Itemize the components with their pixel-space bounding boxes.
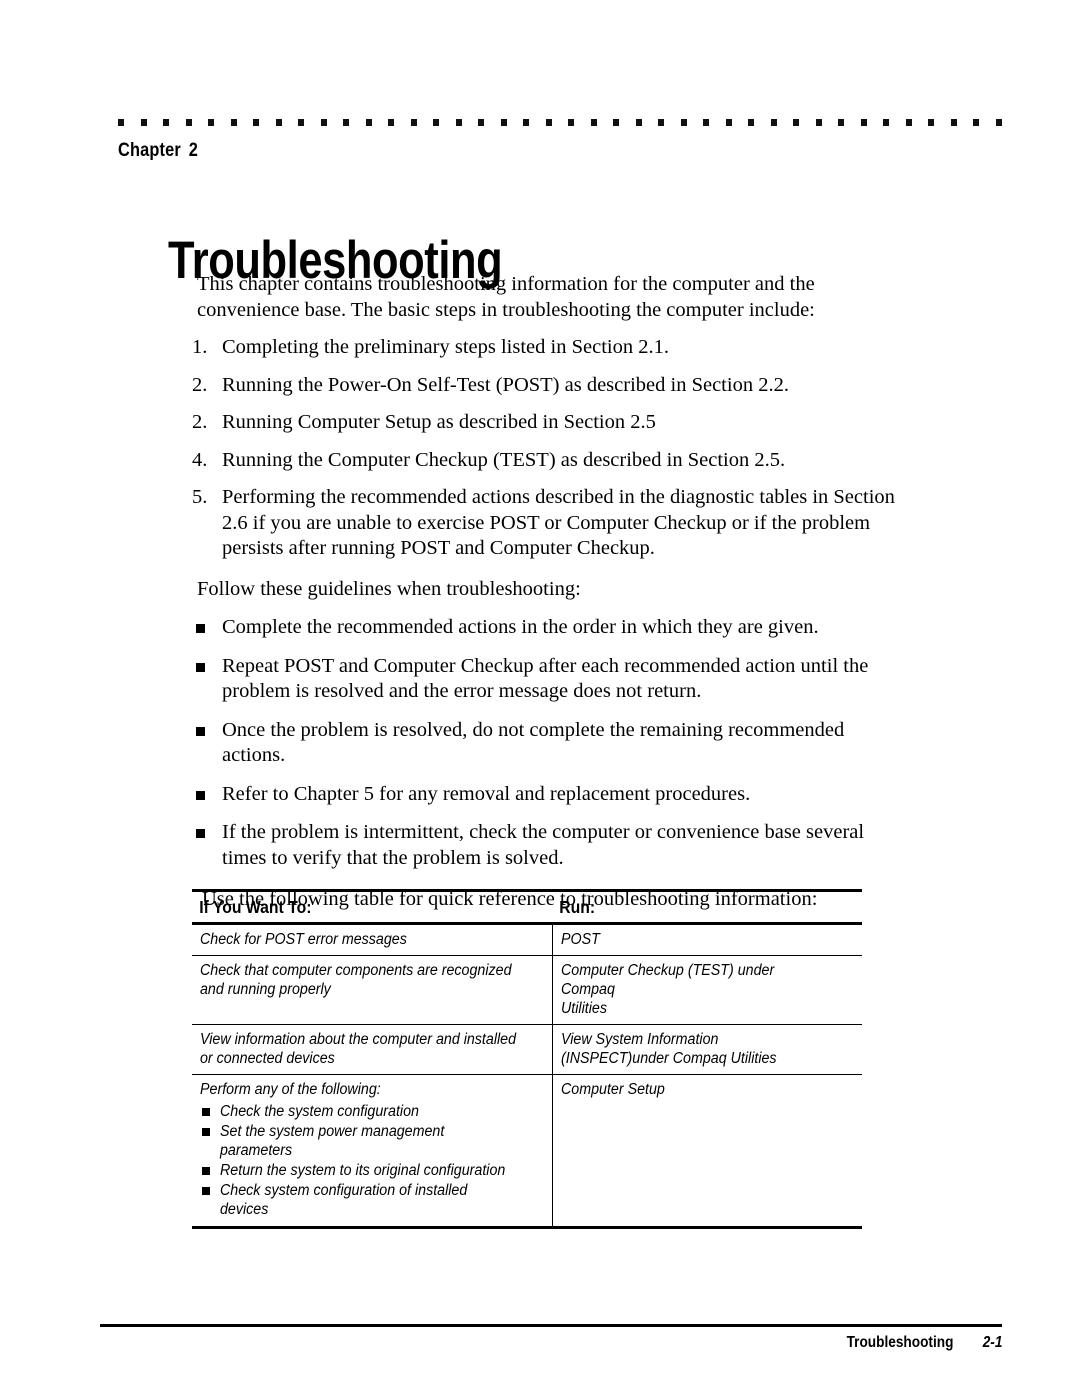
table-row: Perform any of the following: Check the … [192,1074,862,1229]
cell-run: Computer Checkup (TEST) under Compaq Util… [551,955,862,1025]
step-text: Running Computer Setup as described in S… [222,411,656,433]
chapter-word: Chapter [118,140,181,161]
list-item: 2. Running Computer Setup as described i… [192,410,898,436]
cell-text: Computer Setup [560,1081,665,1098]
cell-want-to: Check for POST error messages [192,923,552,956]
body-content: This chapter contains troubleshooting in… [192,272,898,922]
list-item: Repeat POST and Computer Checkup after e… [192,654,898,705]
intro-paragraph: This chapter contains troubleshooting in… [197,273,815,321]
list-item: 2. Running the Power-On Self-Test (POST)… [192,373,898,399]
chapter-number: 2 [188,140,198,161]
footer-divider [100,1324,1002,1327]
square-bullet-icon [202,1108,210,1116]
square-bullet-icon [196,790,205,800]
page-footer: Troubleshooting 2-1 [100,1334,1002,1352]
dotted-rule-decoration [118,119,1002,126]
footer-section-name: Troubleshooting [846,1334,954,1351]
step-text: Running the Computer Checkup (TEST) as d… [222,448,786,471]
guidelines-intro: Follow these guidelines when troubleshoo… [197,577,581,600]
square-bullet-icon [202,1128,210,1136]
square-bullet-icon [196,662,205,672]
list-item: If the problem is intermittent, check th… [192,820,898,871]
cell-text-line1: View System Information [560,1031,718,1048]
cell-text: View information about the computer and … [200,1031,517,1067]
footer-page-number: 2-1 [982,1334,1002,1351]
table-header-row: If You Want To: Run: [192,890,862,924]
sub-item-text: Check system configuration of installed … [220,1182,468,1218]
cell-text: Check that computer components are recog… [200,962,512,998]
guideline-text: Repeat POST and Computer Checkup after e… [222,654,869,703]
cell-want-to: View information about the computer and … [192,1024,552,1075]
cell-text-line2: Utilities [560,1000,607,1017]
cell-run: Computer Setup [551,1074,862,1229]
step-text: Running the Power-On Self-Test (POST) as… [222,373,789,396]
sub-item-text: Check the system configuration [220,1103,419,1120]
cell-text: Perform any of the following: [200,1081,381,1098]
cell-want-to: Check that computer components are recog… [192,955,552,1025]
step-marker: 4. [192,448,208,471]
step-marker: 2. [192,373,208,396]
cell-text-tail: Compaq [560,981,615,998]
guideline-text: Refer to Chapter 5 for any removal and r… [222,782,751,805]
guidelines-list: Complete the recommended actions in the … [192,615,898,871]
list-item: Set the system power management paramete… [200,1122,544,1160]
list-item: Once the problem is resolved, do not com… [192,718,898,769]
square-bullet-icon [196,624,205,633]
chapter-label: Chapter 2 [118,140,198,162]
sub-item-text: Return the system to its original config… [220,1162,506,1179]
cell-text-line1: Computer Checkup (TEST) under Compaq [561,961,831,999]
cell-text: POST [560,931,600,948]
cell-want-to: Perform any of the following: Check the … [192,1074,552,1229]
step-text: Completing the preliminary steps listed … [222,336,669,358]
sub-item-text: Set the system power management paramete… [220,1123,445,1159]
guideline-text: If the problem is intermittent, check th… [222,821,865,869]
column-header-if-you-want-to: If You Want To: [199,897,312,917]
list-item: 5. Performing the recommended actions de… [192,485,898,562]
cell-text-line2: (INSPECT)under Compaq Utilities [560,1050,777,1067]
square-bullet-icon [202,1167,210,1175]
square-bullet-icon [196,726,205,736]
column-header-run: Run: [559,897,596,917]
step-marker: 1. [192,336,208,358]
cell-sub-list: Check the system configuration Set the s… [200,1102,544,1219]
table-row: View information about the computer and … [192,1024,862,1075]
troubleshooting-steps-list: 1. Completing the preliminary steps list… [192,335,898,562]
list-item: Refer to Chapter 5 for any removal and r… [192,782,898,808]
list-item: Check the system configuration [200,1102,544,1121]
cell-run: POST [551,923,862,956]
cell-text-main: Computer Checkup (TEST) under [560,962,774,979]
step-text: Performing the recommended actions descr… [222,486,895,559]
table-row: Check that computer components are recog… [192,955,862,1025]
table-row: Check for POST error messages POST [192,923,862,956]
list-item: Check system configuration of installed … [200,1181,544,1219]
list-item: 4. Running the Computer Checkup (TEST) a… [192,448,898,474]
list-item: 1. Completing the preliminary steps list… [192,335,898,361]
step-marker: 2. [192,411,208,433]
cell-text: Check for POST error messages [200,931,407,948]
cell-run: View System Information (INSPECT)under C… [551,1024,862,1075]
square-bullet-icon [196,829,205,838]
list-item: Complete the recommended actions in the … [192,615,898,641]
step-marker: 5. [192,486,208,508]
guideline-text: Once the problem is resolved, do not com… [222,718,845,767]
document-page: Chapter 2 Troubleshooting This chapter co… [0,0,1080,1397]
guideline-text: Complete the recommended actions in the … [222,616,819,638]
square-bullet-icon [202,1187,210,1195]
list-item: Return the system to its original config… [200,1161,544,1180]
quick-reference-table: If You Want To: Run: Check for POST erro… [192,889,862,1229]
